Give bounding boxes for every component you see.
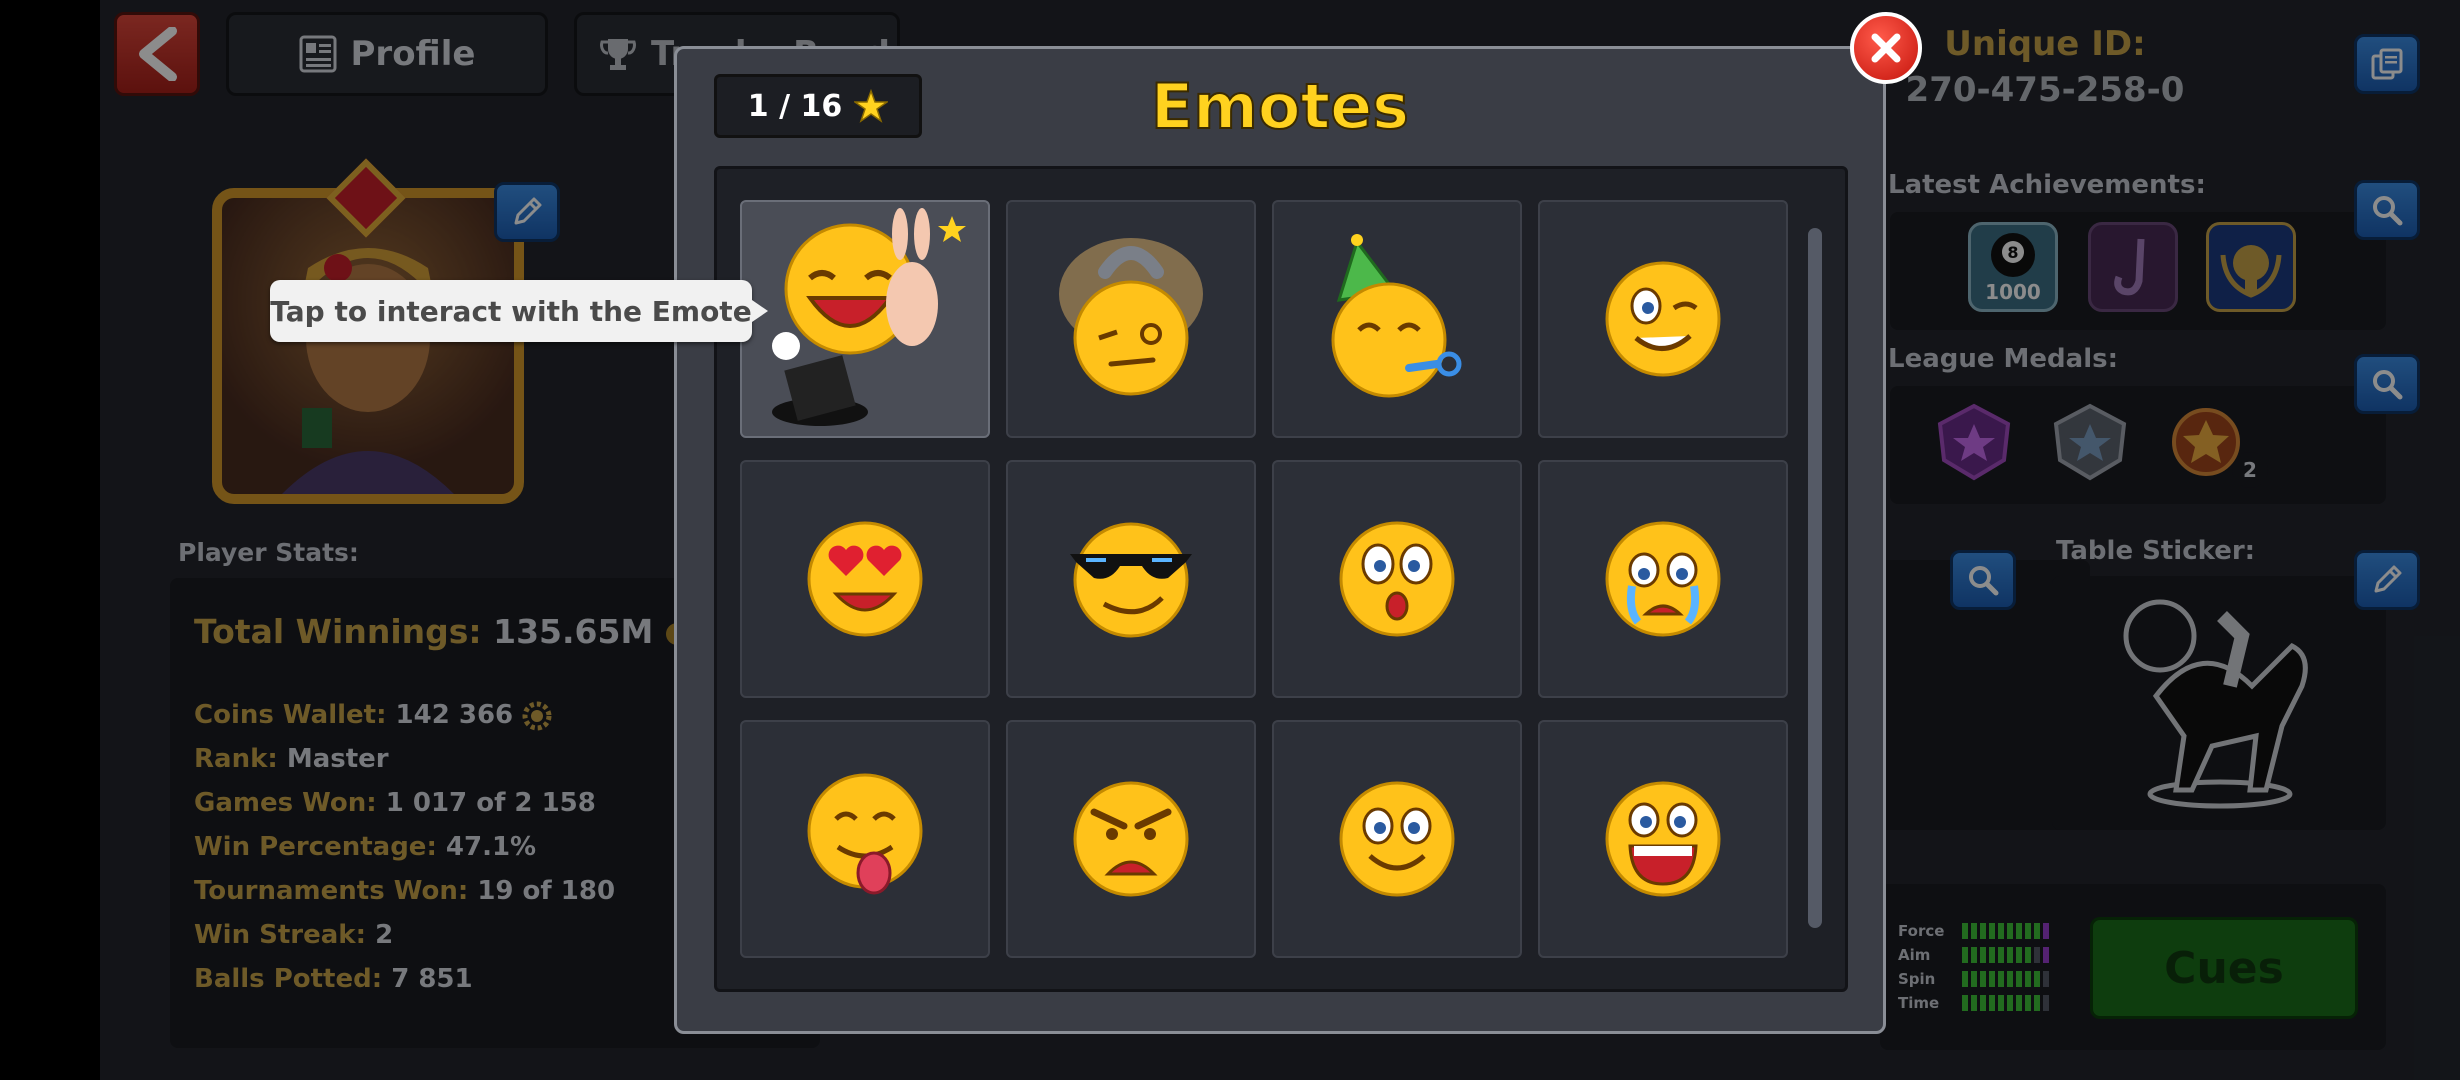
emote-cell-heart-eyes[interactable] xyxy=(740,460,990,698)
magician-laugh-emoji-icon xyxy=(772,208,966,426)
dizzy-horseshoe-emoji-icon xyxy=(1059,238,1203,396)
crying-emoji-icon xyxy=(1605,521,1721,637)
star-icon xyxy=(854,89,889,123)
emote-cell-angry[interactable] xyxy=(1006,720,1256,958)
emote-cell-laughing[interactable] xyxy=(1538,720,1788,958)
smile-emoji-icon xyxy=(1339,781,1455,897)
emote-tooltip: Tap to interact with the Emote xyxy=(270,280,768,342)
heart-eyes-emoji-icon xyxy=(807,521,923,637)
tongue-out-emoji-icon xyxy=(807,773,923,895)
emote-cell-tongue-out[interactable] xyxy=(740,720,990,958)
emote-cell-wink[interactable] xyxy=(1538,200,1788,438)
emote-cell-party[interactable] xyxy=(1272,200,1522,438)
close-modal-button[interactable] xyxy=(1850,12,1922,84)
emote-cell-smile[interactable] xyxy=(1272,720,1522,958)
emote-cell-dizzy-horseshoe[interactable] xyxy=(1006,200,1256,438)
surprised-emoji-icon xyxy=(1339,521,1455,637)
emote-cell-sunglasses[interactable] xyxy=(1006,460,1256,698)
sunglasses-emoji-icon xyxy=(1070,522,1192,638)
laughing-emoji-icon xyxy=(1605,781,1721,897)
emote-cell-magician-laugh[interactable] xyxy=(740,200,990,438)
emotes-scrollbar[interactable] xyxy=(1808,228,1822,928)
wink-emoji-icon xyxy=(1605,261,1721,377)
emote-cell-crying[interactable] xyxy=(1538,460,1788,698)
emote-cell-surprised[interactable] xyxy=(1272,460,1522,698)
party-emoji-icon xyxy=(1331,234,1462,398)
emote-counter-value: 1 / 16 xyxy=(747,88,843,124)
profile-screen: Profile Trophy Road Unique ID: 270-475-2… xyxy=(100,0,2460,1080)
emote-counter: 1 / 16 xyxy=(714,74,922,138)
close-icon xyxy=(1871,33,1901,63)
angry-emoji-icon xyxy=(1073,781,1189,897)
